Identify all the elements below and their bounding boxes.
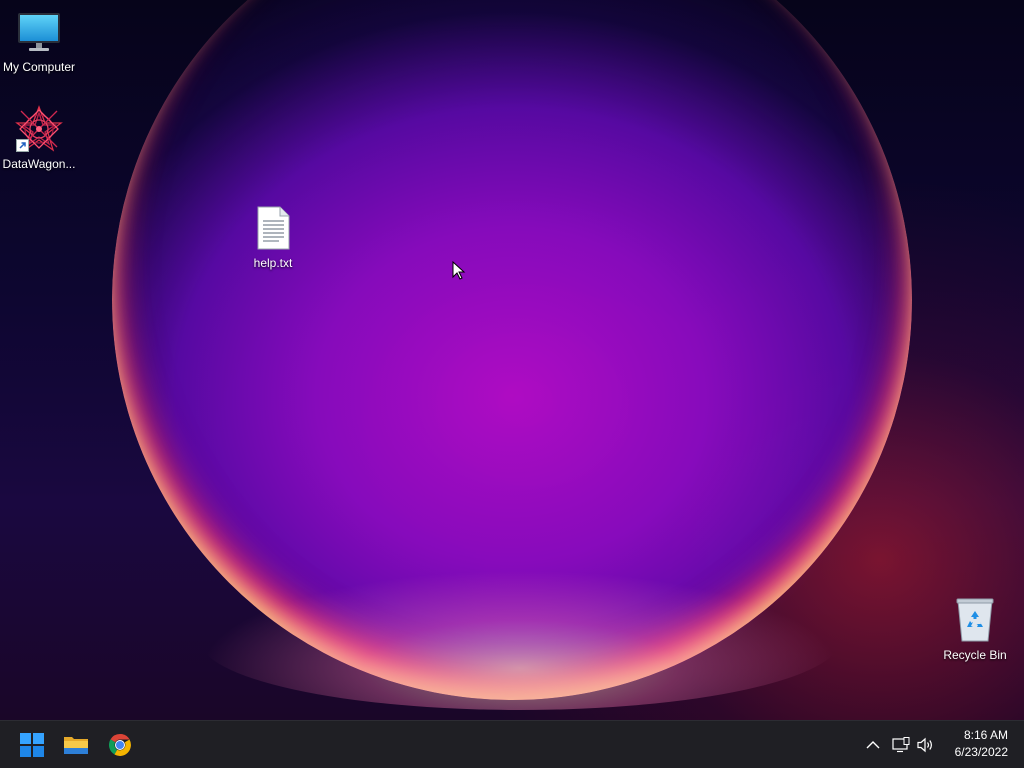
monitor-icon bbox=[15, 8, 63, 56]
desktop-icon-my-computer[interactable]: My Computer bbox=[0, 8, 79, 74]
start-button[interactable] bbox=[12, 725, 52, 765]
clock-date: 6/23/2022 bbox=[954, 745, 1008, 759]
desktop-icon-label: help.txt bbox=[253, 256, 293, 270]
desktop-icon-recycle-bin[interactable]: Recycle Bin bbox=[935, 596, 1015, 662]
datawagon-app-icon bbox=[15, 105, 63, 153]
shortcut-arrow-icon bbox=[16, 139, 29, 152]
windows-start-icon bbox=[20, 733, 44, 757]
desktop-icon-label: DataWagon... bbox=[2, 157, 76, 171]
volume-icon bbox=[917, 737, 932, 753]
network-button[interactable] bbox=[890, 729, 912, 761]
desktop-background[interactable]: My Computer DataWagon... help.txt Recycl… bbox=[0, 0, 1024, 720]
recycle-bin-icon bbox=[951, 596, 999, 644]
chrome-icon bbox=[108, 733, 131, 756]
clock-time: 8:16 AM bbox=[963, 728, 1008, 742]
show-hidden-icons-button[interactable] bbox=[862, 729, 884, 761]
desktop-icon-label: Recycle Bin bbox=[943, 648, 1007, 662]
mouse-cursor-icon bbox=[452, 261, 466, 280]
taskbar: 8:16 AM 6/23/2022 bbox=[0, 720, 1024, 768]
text-file-icon bbox=[249, 204, 297, 252]
folder-icon bbox=[64, 737, 88, 754]
chevron-up-icon bbox=[866, 741, 880, 749]
desktop-icon-datawagon[interactable]: DataWagon... bbox=[0, 105, 79, 171]
file-explorer-button[interactable] bbox=[56, 725, 96, 765]
network-icon bbox=[892, 737, 910, 753]
chrome-button[interactable] bbox=[100, 725, 140, 765]
volume-button[interactable] bbox=[915, 729, 937, 761]
wallpaper-glow bbox=[200, 570, 840, 710]
desktop-icon-help-txt[interactable]: help.txt bbox=[233, 204, 313, 270]
desktop-icon-label: My Computer bbox=[2, 60, 76, 74]
clock-button[interactable]: 8:16 AM 6/23/2022 bbox=[936, 727, 1008, 761]
